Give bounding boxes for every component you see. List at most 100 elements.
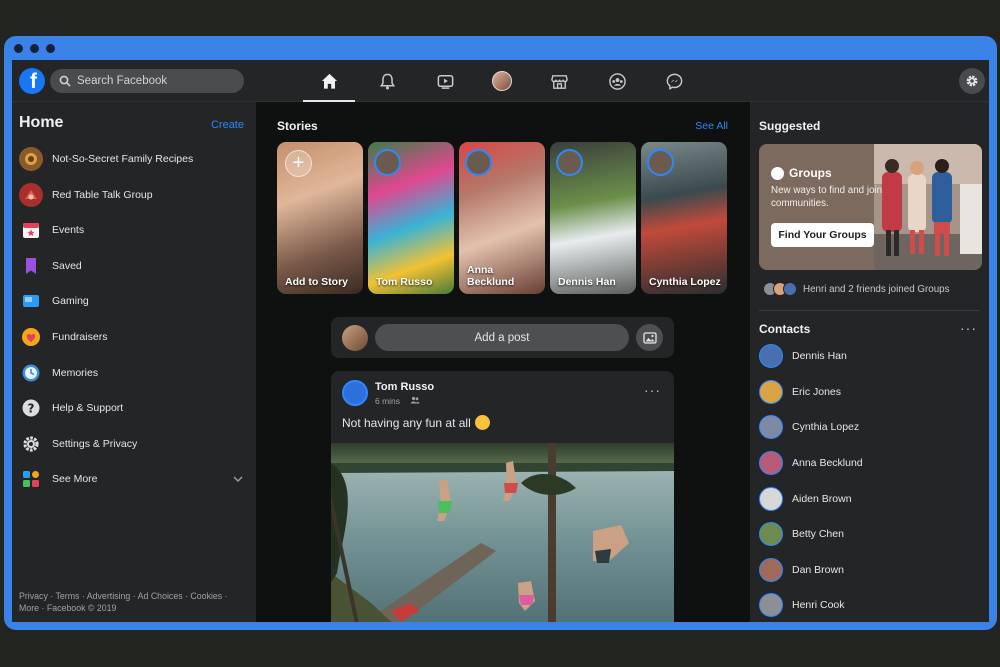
post-text-content: Not having any fun at all: [342, 416, 471, 430]
group-photo-icon: [19, 183, 43, 207]
contact-name: Betty Chen: [792, 528, 844, 540]
contact-name: Henri Cook: [792, 599, 845, 611]
nav-watch[interactable]: [417, 66, 473, 96]
avatar: [759, 415, 783, 439]
sidebar-item-settings-privacy[interactable]: Settings & Privacy: [19, 429, 244, 459]
gaming-icon: [19, 289, 43, 313]
tongue-emoji-icon: [474, 415, 490, 430]
gear-icon: [19, 432, 43, 456]
story-avatar: [374, 149, 401, 176]
story-add-to-story[interactable]: + Add to Story: [277, 142, 363, 294]
story-anna-becklund[interactable]: Anna Becklund: [459, 142, 545, 294]
story-name: Anna Becklund: [467, 264, 515, 288]
see-all-link[interactable]: See All: [695, 120, 728, 132]
story-avatar: [647, 149, 674, 176]
footer-line-1[interactable]: Privacy · Terms · Advertising · Ad Choic…: [19, 591, 244, 603]
nav-groups[interactable]: [589, 66, 645, 96]
sidebar-item-label: See More: [52, 473, 98, 485]
groups-suggestion-card[interactable]: Groups New ways to find and join communi…: [759, 144, 982, 270]
contact-name: Dan Brown: [792, 564, 844, 576]
contact-aiden-brown[interactable]: Aiden Brown: [759, 485, 979, 513]
groups-card-description: New ways to find and join communities.: [771, 185, 883, 209]
contact-cynthia-lopez[interactable]: Cynthia Lopez: [759, 413, 979, 441]
contact-name: Dennis Han: [792, 350, 847, 362]
left-sidebar: Home Create Not-So-Secret Family Recipes…: [12, 102, 256, 622]
photo-icon: [642, 331, 657, 344]
sidebar-item-label: Red Table Talk Group: [52, 189, 153, 201]
contact-dennis-han[interactable]: Dennis Han: [759, 342, 979, 370]
footer-line-2[interactable]: More · Facebook © 2019: [19, 603, 244, 615]
nav-marketplace[interactable]: [531, 66, 587, 96]
search-icon: [59, 75, 71, 87]
post-author[interactable]: Tom Russo: [375, 381, 434, 393]
feed-post: Tom Russo 6 mins ··· Not having any fun …: [331, 371, 674, 622]
groups-card-title: Groups: [789, 166, 832, 180]
nav-messenger[interactable]: [646, 66, 702, 96]
sidebar-item-red-table-talk[interactable]: Red Table Talk Group: [19, 180, 244, 210]
groups-joined-notice[interactable]: Henri and 2 friends joined Groups: [759, 279, 950, 299]
sidebar-item-gaming[interactable]: Gaming: [19, 286, 244, 316]
story-name: Dennis Han: [558, 276, 616, 288]
story-name: Tom Russo: [376, 276, 433, 288]
groups-card-photo: [874, 144, 982, 270]
sidebar-item-saved[interactable]: Saved: [19, 251, 244, 281]
watch-icon: [437, 74, 453, 89]
gear-icon: [966, 75, 978, 87]
window-maximize-dot[interactable]: [46, 44, 55, 53]
sidebar-item-label: Fundraisers: [52, 331, 108, 343]
sidebar-item-events[interactable]: Events: [19, 215, 244, 245]
avatar: [759, 593, 783, 617]
chevron-down-icon[interactable]: [232, 473, 244, 485]
nav-home[interactable]: [301, 66, 357, 102]
create-link[interactable]: Create: [211, 119, 244, 131]
sidebar-item-label: Gaming: [52, 295, 89, 307]
story-cynthia-lopez[interactable]: Cynthia Lopez: [641, 142, 727, 294]
sidebar-item-memories[interactable]: Memories: [19, 358, 244, 388]
sidebar-item-help-support[interactable]: ? Help & Support: [19, 393, 244, 423]
post-photo[interactable]: [331, 443, 674, 622]
story-dennis-han[interactable]: Dennis Han: [550, 142, 636, 294]
groups-joined-text: Henri and 2 friends joined Groups: [803, 283, 950, 295]
post-more-options-button[interactable]: ···: [644, 382, 661, 398]
nav-notifications[interactable]: [359, 66, 415, 96]
sidebar-item-see-more[interactable]: See More: [19, 464, 244, 494]
contact-eric-jones[interactable]: Eric Jones: [759, 378, 979, 406]
nav-profile[interactable]: [474, 66, 530, 96]
add-photo-button[interactable]: [636, 324, 663, 351]
settings-button[interactable]: [959, 68, 985, 94]
footer-links: Privacy · Terms · Advertising · Ad Choic…: [19, 591, 244, 614]
avatar[interactable]: [342, 380, 368, 406]
search-input[interactable]: [77, 75, 237, 87]
contacts-options-button[interactable]: ···: [960, 320, 977, 336]
story-name: Add to Story: [285, 276, 348, 288]
sidebar-item-label: Help & Support: [52, 402, 124, 414]
story-tom-russo[interactable]: Tom Russo: [368, 142, 454, 294]
groups-icon: [608, 72, 626, 90]
facebook-logo[interactable]: f: [19, 68, 45, 94]
post-timestamp[interactable]: 6 mins: [375, 396, 400, 406]
top-navbar: f: [12, 60, 989, 102]
window-close-dot[interactable]: [14, 44, 23, 53]
window-minimize-dot[interactable]: [30, 44, 39, 53]
contact-dan-brown[interactable]: Dan Brown: [759, 556, 979, 584]
contact-anna-becklund[interactable]: Anna Becklund: [759, 449, 979, 477]
story-name: Cynthia Lopez: [649, 276, 721, 288]
search-bar[interactable]: [50, 69, 244, 93]
bookmark-icon: [19, 254, 43, 278]
find-your-groups-button[interactable]: Find Your Groups: [771, 223, 874, 247]
app-screen: f Search Facebook Home Create Not-So-Sec…: [12, 60, 989, 622]
avatar: [759, 487, 783, 511]
story-avatar: [556, 149, 583, 176]
add-post-input[interactable]: Add a post: [375, 324, 629, 351]
suggested-title: Suggested: [759, 119, 821, 133]
avatar: [783, 282, 797, 296]
sidebar-item-family-recipes[interactable]: Not-So-Secret Family Recipes: [19, 144, 244, 174]
contact-betty-chen[interactable]: Betty Chen: [759, 520, 979, 548]
marketplace-icon: [550, 74, 568, 89]
contact-henri-cook[interactable]: Henri Cook: [759, 591, 979, 619]
avatar: [759, 522, 783, 546]
friends-audience-icon[interactable]: [410, 395, 420, 405]
home-icon: [321, 73, 337, 89]
sidebar-item-fundraisers[interactable]: Fundraisers: [19, 322, 244, 352]
contact-name: Aiden Brown: [792, 493, 852, 505]
